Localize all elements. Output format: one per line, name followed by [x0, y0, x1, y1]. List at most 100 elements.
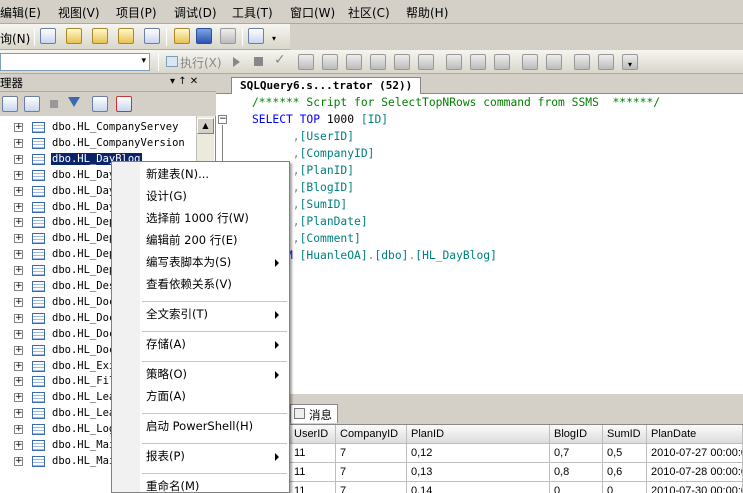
expand-icon[interactable]: + — [14, 456, 23, 466]
grid-cell[interactable]: 0,13 — [407, 463, 550, 482]
expand-icon[interactable]: + — [14, 441, 23, 450]
sql-ce-query-icon[interactable] — [144, 28, 160, 44]
toolbar-overflow-icon[interactable]: ▾ — [272, 34, 276, 43]
context-menu-item[interactable]: 重命名(M) — [146, 478, 199, 493]
client-stats-icon[interactable] — [418, 54, 434, 70]
grid-cell[interactable]: 11 — [290, 444, 336, 463]
pin-icon[interactable]: ▾ ↑ ✕ — [170, 76, 198, 87]
context-menu-item[interactable]: 编写表脚本为(S) — [146, 254, 231, 270]
design-query-icon[interactable] — [298, 54, 314, 70]
tree-node-table[interactable]: + dbo.HL_CompanyVersion — [0, 136, 196, 152]
context-menu-item[interactable]: 编辑前 200 行(E) — [146, 232, 238, 248]
expand-icon[interactable]: + — [14, 186, 23, 196]
intellisense-icon[interactable] — [370, 54, 386, 70]
results-grid[interactable]: UserID CompanyID PlanID BlogID SumID PlanDate… — [290, 424, 743, 493]
mdx-query-icon[interactable] — [66, 28, 82, 44]
context-menu-item[interactable]: 启动 PowerShell(H) — [146, 418, 253, 434]
toolbar-overflow-icon[interactable]: ▾ — [628, 60, 632, 69]
connect-icon[interactable] — [166, 56, 178, 67]
activity-monitor-icon[interactable] — [248, 28, 264, 44]
menu-window[interactable]: 窗口(W) — [290, 4, 335, 21]
database-select[interactable]: ▾ — [0, 53, 150, 71]
expand-icon[interactable]: + — [14, 361, 23, 371]
grid-cell[interactable]: 7 — [336, 482, 407, 493]
context-menu-item[interactable]: 新建表(N)... — [146, 166, 209, 182]
refresh-icon[interactable] — [92, 96, 108, 112]
context-menu-item[interactable]: 存储(A) — [146, 336, 186, 352]
expand-icon[interactable]: + — [14, 425, 23, 435]
display-plan-icon[interactable] — [322, 54, 338, 70]
expand-icon[interactable]: + — [14, 123, 23, 132]
grid-cell[interactable]: 0 — [603, 482, 647, 493]
expand-icon[interactable]: + — [14, 297, 23, 307]
query-options-icon[interactable] — [346, 54, 362, 70]
grid-cell[interactable]: 2010-07-28 00:00:00 — [647, 463, 743, 482]
context-menu-item[interactable]: 方面(A) — [146, 388, 186, 404]
sql-editor[interactable]: /****** Script for SelectTopNRows comman… — [230, 94, 743, 394]
context-menu-item[interactable]: 选择前 1000 行(W) — [146, 210, 249, 226]
expand-icon[interactable]: + — [14, 170, 23, 180]
grid-cell[interactable]: 0,14 — [407, 482, 550, 493]
save-icon[interactable] — [196, 28, 212, 44]
results-text-icon[interactable] — [446, 54, 462, 70]
code-line[interactable]: /****** Script for SelectTopNRows comman… — [252, 96, 660, 113]
grid-cell[interactable]: 0,12 — [407, 444, 550, 463]
context-menu-item[interactable]: 策略(O) — [146, 366, 187, 382]
menu-tools[interactable]: 工具(T) — [232, 4, 273, 21]
expand-icon[interactable]: + — [14, 409, 23, 419]
debug-icon[interactable] — [233, 57, 240, 67]
column-header[interactable]: PlanID — [407, 425, 550, 444]
context-menu-item[interactable]: 设计(G) — [146, 188, 187, 204]
tab-sqlquery6[interactable]: SQLQuery6.s...trator (52)) — [231, 77, 422, 94]
context-menu-item[interactable]: 查看依赖关系(V) — [146, 276, 232, 292]
summary-icon[interactable] — [116, 96, 132, 112]
grid-cell[interactable]: 0,5 — [603, 444, 647, 463]
menu-help[interactable]: 帮助(H) — [406, 4, 448, 21]
context-menu-item[interactable]: 报表(P) — [146, 448, 185, 464]
expand-icon[interactable]: + — [14, 377, 23, 387]
results-grid-icon[interactable] — [470, 54, 486, 70]
expand-icon[interactable]: + — [14, 313, 23, 323]
collapse-icon[interactable]: − — [218, 115, 227, 124]
column-header[interactable]: SumID — [603, 425, 647, 444]
execute-button[interactable]: 执行(X) — [180, 54, 222, 71]
connect-icon[interactable] — [2, 96, 18, 112]
grid-cell[interactable]: 0 — [550, 482, 603, 493]
open-folder-icon[interactable] — [174, 28, 190, 44]
new-query-button[interactable]: 询(N) — [0, 30, 30, 47]
expand-icon[interactable]: + — [14, 282, 23, 291]
grid-cell[interactable]: 11 — [290, 463, 336, 482]
column-header[interactable]: CompanyID — [336, 425, 407, 444]
grid-cell[interactable]: 0,8 — [550, 463, 603, 482]
include-plan-icon[interactable] — [394, 54, 410, 70]
menu-edit[interactable]: 编辑(E) — [0, 4, 41, 21]
column-header[interactable]: BlogID — [550, 425, 603, 444]
grid-cell[interactable]: 11 — [290, 482, 336, 493]
comment-icon[interactable] — [522, 54, 538, 70]
expand-icon[interactable]: + — [14, 329, 23, 339]
print-icon[interactable] — [220, 28, 236, 44]
grid-cell[interactable]: 7 — [336, 444, 407, 463]
xmla-query-icon[interactable] — [118, 28, 134, 44]
column-header[interactable]: UserID — [290, 425, 336, 444]
results-file-icon[interactable] — [494, 54, 510, 70]
expand-icon[interactable]: + — [14, 202, 23, 212]
tab-messages[interactable]: 消息 — [290, 404, 338, 423]
parse-check-icon[interactable]: ✓ — [274, 52, 286, 68]
column-header[interactable]: PlanDate — [647, 425, 743, 444]
expand-icon[interactable]: + — [14, 138, 23, 148]
expand-icon[interactable]: + — [14, 218, 23, 228]
tree-node-table[interactable]: + dbo.HL_CompanyServey — [0, 120, 196, 136]
code-line[interactable]: SELECT TOP 1000 [ID] — [252, 113, 388, 130]
expand-icon[interactable]: + — [14, 345, 23, 355]
uncomment-icon[interactable] — [546, 54, 562, 70]
expand-icon[interactable]: + — [14, 154, 23, 164]
disconnect-icon[interactable] — [24, 96, 40, 112]
filter-icon[interactable] — [68, 97, 80, 107]
menu-project[interactable]: 项目(P) — [116, 4, 157, 21]
expand-icon[interactable]: + — [14, 250, 23, 260]
grid-cell[interactable]: 7 — [336, 463, 407, 482]
expand-icon[interactable]: + — [14, 266, 23, 276]
menu-debug[interactable]: 调试(D) — [174, 4, 217, 21]
grid-cell[interactable]: 2010-07-30 00:00:00 — [647, 482, 743, 493]
